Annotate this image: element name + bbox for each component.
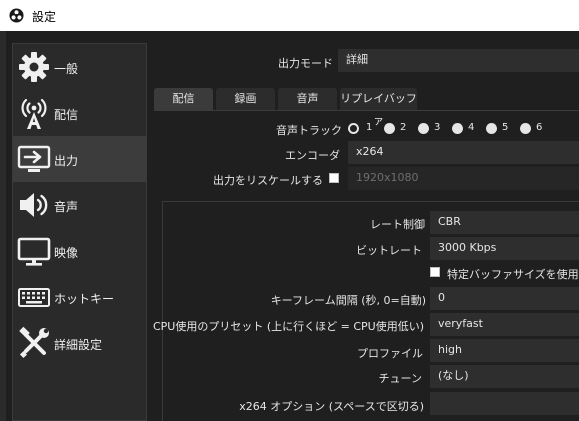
custom-buffer-checkbox[interactable]: [430, 267, 440, 277]
sidebar-item-label: 音声: [54, 200, 79, 214]
audio-track-radio-3[interactable]: [418, 123, 429, 134]
audio-track-radio-4[interactable]: [452, 123, 463, 134]
audio-track-number: 6: [536, 122, 543, 133]
audio-track-number: 1: [366, 122, 373, 133]
window-edge: [0, 31, 6, 421]
gear-icon: [19, 52, 49, 82]
output-mode-select[interactable]: 詳細: [338, 49, 579, 72]
sidebar-item-advanced[interactable]: 詳細設定: [13, 320, 147, 366]
rate-control-label: レート制御: [370, 218, 425, 231]
rescale-resolution-select[interactable]: 1920x1080: [348, 167, 579, 190]
encoder-label: エンコーダ: [285, 149, 340, 162]
tab-recording[interactable]: 録画: [216, 88, 275, 110]
tab-replay-buffer[interactable]: リプレイバッファ: [340, 88, 417, 127]
output-icon: [17, 145, 51, 172]
window-title: 設定: [32, 10, 57, 24]
audio-track-radio-1[interactable]: [348, 123, 359, 134]
sidebar-item-general[interactable]: 一般: [13, 44, 147, 90]
audio-track-number: 4: [468, 122, 475, 133]
sidebar-item-label: 出力: [54, 154, 79, 168]
sidebar-item-label: ホットキー: [54, 292, 115, 306]
rescale-label: 出力をリスケールする: [213, 174, 323, 187]
keyframe-interval-label: キーフレーム間隔 (秒, 0=自動): [270, 294, 426, 307]
x264-options-input[interactable]: [430, 392, 579, 415]
tune-label: チューン: [378, 372, 422, 385]
audio-track-radio-group: 1 2 3 4 5 6: [348, 122, 558, 135]
settings-sidebar: 一般 配信 出力 音声 映像 ホットキー 詳細設定: [12, 43, 147, 421]
speaker-icon: [20, 193, 48, 217]
cpu-preset-label: CPU使用のプリセット (上に行くほど = CPU使用低い): [152, 320, 424, 333]
bitrate-label: ビットレート: [356, 244, 422, 257]
sidebar-item-label: 詳細設定: [54, 338, 103, 352]
obs-logo-icon: [9, 8, 24, 23]
monitor-icon: [17, 237, 51, 266]
tools-icon: [19, 326, 49, 359]
audio-track-label: 音声トラック: [276, 124, 342, 137]
audio-track-number: 5: [502, 122, 509, 133]
audio-track-number: 3: [434, 122, 441, 133]
keyboard-icon: [18, 288, 50, 307]
title-bar: 設定: [0, 0, 579, 31]
sidebar-item-audio[interactable]: 音声: [13, 182, 147, 228]
output-mode-label: 出力モード: [278, 57, 333, 70]
audio-track-radio-5[interactable]: [486, 123, 497, 134]
tab-stream[interactable]: 配信: [154, 88, 213, 110]
sidebar-item-stream[interactable]: 配信: [13, 90, 147, 136]
tab-audio[interactable]: 音声: [278, 88, 337, 110]
cpu-preset-select[interactable]: veryfast: [430, 313, 579, 336]
sidebar-item-label: 配信: [54, 108, 79, 122]
keyframe-interval-input[interactable]: 0: [430, 287, 579, 310]
encoder-select[interactable]: x264: [348, 141, 579, 164]
sidebar-item-label: 一般: [54, 62, 79, 76]
profile-label: プロファイル: [357, 347, 423, 360]
tune-select[interactable]: (なし): [430, 365, 579, 388]
tab-underline: [154, 110, 579, 111]
sidebar-item-video[interactable]: 映像: [13, 228, 147, 274]
sidebar-item-hotkeys[interactable]: ホットキー: [13, 274, 147, 320]
sidebar-item-label: 映像: [54, 246, 79, 260]
custom-buffer-label: 特定バッファサイズを使用: [447, 268, 579, 281]
broadcast-icon: [21, 98, 47, 129]
bitrate-input[interactable]: 3000 Kbps: [430, 237, 579, 260]
profile-select[interactable]: high: [430, 339, 579, 362]
encoder-settings-panel: [162, 201, 579, 421]
audio-track-radio-2[interactable]: [384, 123, 395, 134]
audio-track-radio-6[interactable]: [520, 123, 531, 134]
x264-options-label: x264 オプション (スペースで区切る): [239, 400, 424, 413]
rescale-checkbox[interactable]: [329, 173, 339, 183]
sidebar-item-output[interactable]: 出力: [13, 136, 147, 182]
rate-control-select[interactable]: CBR: [430, 211, 579, 234]
audio-track-number: 2: [400, 122, 407, 133]
